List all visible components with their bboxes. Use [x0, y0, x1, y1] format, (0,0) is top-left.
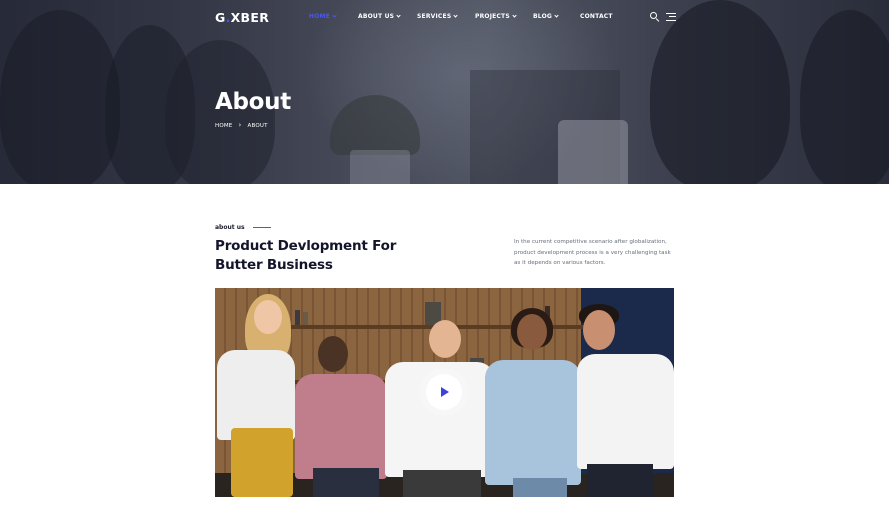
video-thumbnail[interactable]: [215, 288, 674, 497]
menu-item-home[interactable]: HOME: [309, 13, 358, 20]
menu-item-projects[interactable]: PROJECTS: [475, 13, 533, 20]
logo-prefix: G: [215, 10, 226, 25]
menu-item-blog[interactable]: BLOG: [533, 13, 580, 20]
section-eyebrow: about us: [215, 224, 271, 231]
chevron-down-icon: [554, 13, 559, 18]
breadcrumb: HOME › ABOUT: [215, 122, 268, 129]
logo-suffix: XBER: [230, 10, 270, 25]
menu-item-label: BLOG: [533, 13, 553, 20]
menu-icon[interactable]: [666, 12, 676, 21]
chevron-down-icon: [453, 13, 458, 18]
eyebrow-label: about us: [215, 224, 245, 231]
breadcrumb-home-link[interactable]: HOME: [215, 123, 233, 129]
menu-item-services[interactable]: SERVICES: [417, 13, 475, 20]
menu-item-label: SERVICES: [417, 13, 452, 20]
nav-icons: [650, 12, 676, 22]
play-video-button[interactable]: [426, 374, 462, 410]
chevron-down-icon: [396, 13, 401, 18]
site-logo[interactable]: G.XBER: [215, 10, 269, 25]
menu-item-label: PROJECTS: [475, 13, 510, 20]
chevron-down-icon: [512, 13, 517, 18]
shelf-book: [295, 310, 300, 325]
menu-item-label: CONTACT: [580, 13, 613, 20]
section-title: Product Devlopment For Butter Business: [215, 238, 397, 273]
play-icon: [441, 387, 449, 397]
top-navigation: G.XBER HOME ABOUT US SERVICES PROJECTS B…: [0, 0, 889, 36]
breadcrumb-current: ABOUT: [247, 122, 268, 129]
section-description: In the current competitive scenario afte…: [514, 239, 671, 267]
menu-item-label: ABOUT US: [358, 13, 395, 20]
shelf-book: [303, 312, 308, 325]
menu-item-label: HOME: [309, 13, 330, 20]
eyebrow-divider: [252, 226, 271, 229]
search-icon[interactable]: [650, 12, 660, 22]
breadcrumb-separator-icon: ›: [238, 121, 242, 129]
chevron-down-icon: [332, 13, 337, 18]
page-title: About: [215, 89, 291, 115]
menu-item-contact[interactable]: CONTACT: [580, 13, 613, 20]
main-menu: HOME ABOUT US SERVICES PROJECTS BLOG CON…: [309, 13, 613, 20]
menu-item-about-us[interactable]: ABOUT US: [358, 13, 417, 20]
